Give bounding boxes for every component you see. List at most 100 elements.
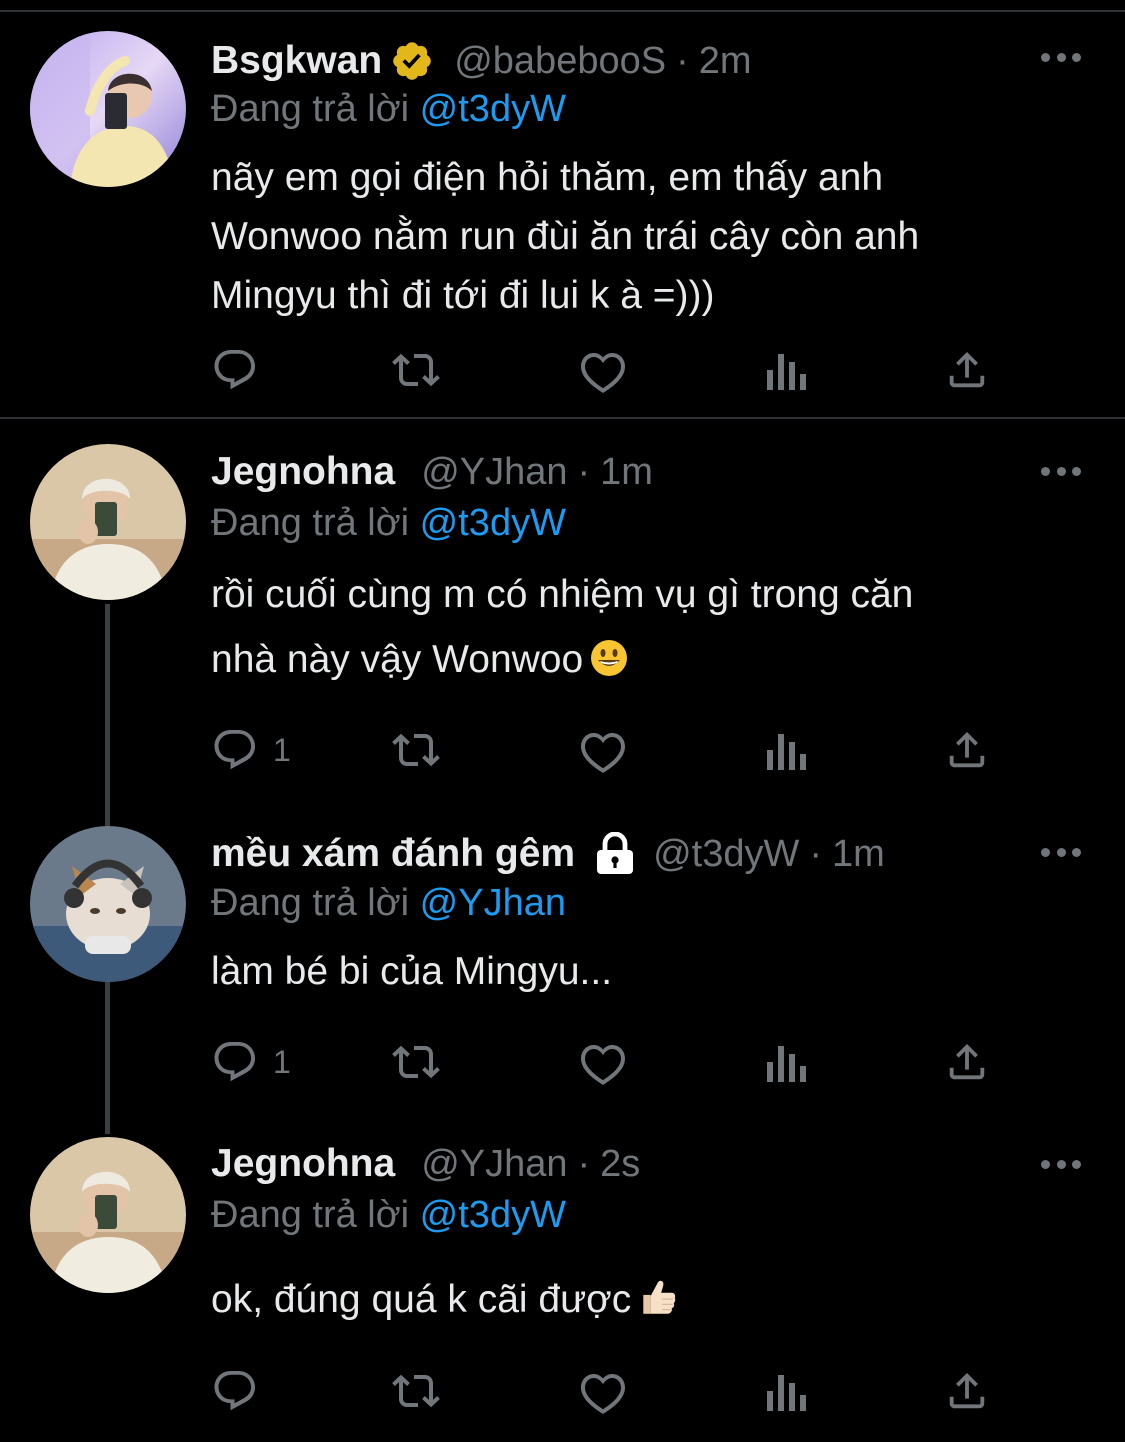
tweet-text: nãy em gọi điện hỏi thăm, em thấy anh Wo…: [211, 148, 1071, 325]
mention-link[interactable]: @t3dyW: [420, 88, 566, 130]
replying-to: Đang trả lời @t3dyW: [211, 88, 566, 131]
display-name[interactable]: Jegnohna: [211, 1142, 395, 1186]
more-options-icon[interactable]: [1041, 845, 1081, 859]
mention-link[interactable]: @t3dyW: [420, 1194, 566, 1236]
reply-button[interactable]: 1: [211, 1037, 291, 1087]
display-name[interactable]: mều xám đánh gêm: [211, 832, 575, 876]
tweet-header: Bsgkwan @babebooS · 2m: [211, 36, 752, 86]
timestamp[interactable]: 1m: [832, 833, 885, 876]
tweet-text: ok, đúng quá k cãi được: [211, 1270, 1071, 1335]
like-button[interactable]: [579, 345, 627, 395]
replying-to: Đang trả lời @t3dyW: [211, 1194, 566, 1237]
separator: ·: [577, 450, 591, 493]
more-options-icon[interactable]: [1041, 50, 1081, 64]
share-icon: [949, 351, 985, 388]
like-button[interactable]: [579, 1037, 627, 1087]
heart-icon: [581, 732, 625, 773]
action-bar: [211, 345, 1001, 395]
retweet-icon: [392, 1045, 440, 1079]
retweet-icon: [392, 353, 440, 387]
more-options-icon[interactable]: [1041, 464, 1081, 478]
reply-icon: [214, 1042, 255, 1082]
tweet-text-line: Wonwoo nằm run đùi ăn trái cây còn anh: [211, 215, 920, 258]
like-button[interactable]: [579, 725, 627, 775]
heart-icon: [581, 1373, 625, 1414]
action-bar: 1: [211, 1037, 1001, 1087]
thumbs-up-emoji: [637, 1276, 679, 1335]
mention-link[interactable]: @t3dyW: [420, 502, 566, 544]
retweet-icon: [392, 733, 440, 767]
reply-prefix: Đang trả lời: [211, 88, 410, 130]
handle[interactable]: @YJhan: [421, 451, 567, 494]
like-button[interactable]: [579, 1366, 627, 1416]
retweet-button[interactable]: [389, 1037, 443, 1087]
share-button[interactable]: [944, 1037, 990, 1087]
reply-button[interactable]: [211, 1366, 273, 1416]
reply-icon: [214, 350, 255, 390]
reply-prefix: Đang trả lời: [211, 1194, 410, 1236]
reply-button[interactable]: 1: [211, 725, 291, 775]
views-button[interactable]: [763, 1037, 807, 1087]
share-icon: [949, 1043, 985, 1080]
retweet-button[interactable]: [389, 345, 443, 395]
views-icon: [767, 734, 806, 770]
handle[interactable]: @YJhan: [421, 1143, 567, 1186]
action-bar: 1: [211, 725, 1001, 775]
smiley-emoji: [589, 633, 629, 698]
timestamp[interactable]: 1m: [600, 451, 653, 494]
retweet-button[interactable]: [389, 725, 443, 775]
reply-button[interactable]: [211, 345, 273, 395]
reply-count: 1: [273, 731, 291, 768]
timestamp[interactable]: 2m: [699, 40, 752, 83]
tweet-text-line: làm bé bi của Mingyu...: [211, 950, 613, 993]
tweet-text-line: nãy em gọi điện hỏi thăm, em thấy anh: [211, 156, 884, 199]
avatar[interactable]: [30, 826, 186, 982]
views-icon: [767, 1375, 806, 1411]
share-icon: [949, 1372, 985, 1409]
share-icon: [949, 731, 985, 768]
avatar[interactable]: [30, 444, 186, 600]
lock-icon: [595, 832, 635, 876]
share-button[interactable]: [944, 725, 990, 775]
views-button[interactable]: [763, 345, 807, 395]
tweet-header: Jegnohna @YJhan · 1m: [211, 447, 653, 497]
share-button[interactable]: [944, 1366, 990, 1416]
separator: ·: [577, 1142, 591, 1185]
retweet-icon: [392, 1374, 440, 1408]
timestamp[interactable]: 2s: [600, 1143, 640, 1186]
tweet-header: mều xám đánh gêm @t3dyW · 1m: [211, 829, 885, 879]
mention-link[interactable]: @YJhan: [420, 882, 566, 924]
reply-prefix: Đang trả lời: [211, 502, 410, 544]
display-name[interactable]: Bsgkwan: [211, 39, 382, 83]
reply-icon: [214, 730, 255, 770]
avatar[interactable]: [30, 1137, 186, 1293]
display-name[interactable]: Jegnohna: [211, 450, 395, 494]
top-divider: [0, 10, 1125, 12]
reply-icon: [214, 1371, 255, 1411]
action-bar: [211, 1366, 1001, 1416]
handle[interactable]: @babebooS: [454, 40, 666, 83]
thread-connector: [105, 604, 110, 826]
avatar[interactable]: [30, 31, 186, 187]
tweet-text: rồi cuối cùng m có nhiệm vụ gì trong căn…: [211, 562, 1071, 698]
tweet-text-line: rồi cuối cùng m có nhiệm vụ gì trong căn: [211, 573, 914, 616]
tweet-header: Jegnohna @YJhan · 2s: [211, 1139, 640, 1189]
replying-to: Đang trả lời @YJhan: [211, 882, 566, 925]
views-button[interactable]: [763, 725, 807, 775]
share-button[interactable]: [944, 345, 990, 395]
reply-prefix: Đang trả lời: [211, 882, 410, 924]
tweet-text-line: Mingyu thì đi tới đi lui k à =))): [211, 274, 715, 317]
separator: ·: [809, 832, 823, 875]
tweet-text-line: nhà này vậy Wonwoo: [211, 638, 584, 681]
more-options-icon[interactable]: [1041, 1157, 1081, 1171]
replying-to: Đang trả lời @t3dyW: [211, 502, 566, 545]
views-icon: [767, 1046, 806, 1082]
heart-icon: [581, 1044, 625, 1085]
retweet-button[interactable]: [389, 1366, 443, 1416]
thread-connector: [105, 982, 110, 1134]
handle[interactable]: @t3dyW: [653, 833, 799, 876]
reply-count: 1: [273, 1043, 291, 1080]
tweet-text: làm bé bi của Mingyu...: [211, 942, 1071, 1001]
separator: ·: [676, 39, 689, 82]
views-button[interactable]: [763, 1366, 807, 1416]
